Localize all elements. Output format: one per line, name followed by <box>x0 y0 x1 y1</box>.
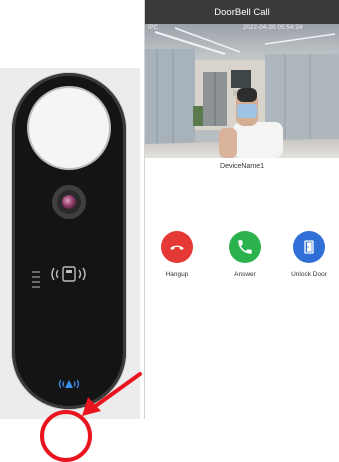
speaker-grille-icon <box>32 271 40 289</box>
doorbell-device-photo <box>0 68 142 462</box>
doorbell-press-button <box>29 88 109 168</box>
doorbell-body <box>12 73 126 409</box>
answer-phone-icon[interactable] <box>229 231 261 263</box>
nfc-card-icon <box>51 266 86 282</box>
door-icon[interactable] <box>293 231 325 263</box>
unlock-door-button[interactable]: Unlock Door <box>279 231 339 278</box>
camera-label: IPC <box>148 25 159 31</box>
hangup-icon[interactable] <box>161 231 193 263</box>
red-pointer-arrow-icon <box>82 372 142 416</box>
video-timestamp: 2022-04-20 05:54:24 <box>243 25 303 31</box>
hangup-label: Hangup <box>165 271 189 278</box>
unlock-door-label: Unlock Door <box>291 271 327 278</box>
live-video-feed[interactable]: IPC 2022-04-20 05:54:24 <box>145 24 339 158</box>
camera-lens-icon <box>52 185 86 219</box>
doorbell-call-screen: DoorBell Call IPC 2022-04-20 05:54:24 De… <box>145 0 339 419</box>
screen-title: DoorBell Call <box>145 0 339 24</box>
video-scene <box>145 24 339 158</box>
hangup-button[interactable]: Hangup <box>147 231 207 278</box>
device-name-label: DeviceName1 <box>220 163 264 170</box>
answer-label: Answer <box>234 271 256 278</box>
answer-button[interactable]: Answer <box>215 231 275 278</box>
